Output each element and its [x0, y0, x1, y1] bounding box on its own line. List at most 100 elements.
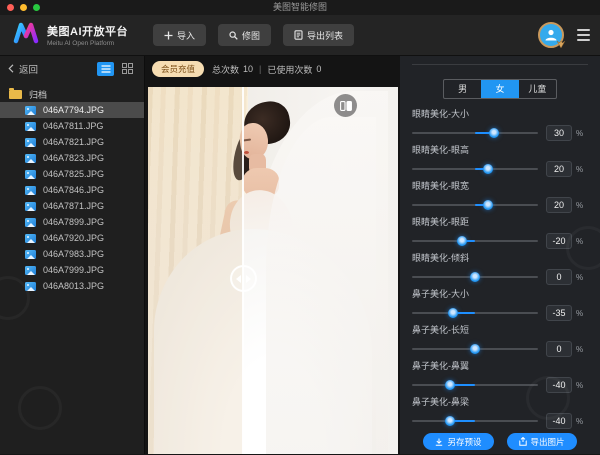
slider-value-box[interactable]: 0	[546, 341, 572, 357]
slider-thumb[interactable]	[470, 344, 480, 354]
tab-儿童[interactable]: 儿童	[519, 80, 556, 98]
file-name: 046A7823.JPG	[43, 153, 105, 163]
file-item[interactable]: 046A7999.JPG	[0, 262, 144, 278]
slider-track[interactable]	[412, 161, 538, 177]
slider-track[interactable]	[412, 233, 538, 249]
file-item[interactable]: 046A7899.JPG	[0, 214, 144, 230]
slider-thumb[interactable]	[444, 380, 455, 390]
file-item[interactable]: 046A7794.JPG	[0, 102, 144, 118]
slider-track[interactable]	[412, 269, 538, 285]
slider-value-box[interactable]: -35	[546, 305, 572, 321]
before-after-drag-handle[interactable]	[230, 265, 257, 292]
canvas-area: 会员充值 总次数 10 | 已使用次数 0	[145, 56, 400, 454]
chevron-left-icon	[8, 64, 14, 73]
slider-unit: %	[576, 200, 584, 210]
slider-label: 鼻子美化-大小	[412, 289, 469, 299]
tab-男[interactable]: 男	[444, 80, 481, 98]
slider-group: 鼻子美化-鼻梁 -40%	[412, 397, 588, 429]
slider-unit: %	[576, 236, 584, 246]
window-title: 美图智能修图	[272, 2, 327, 12]
brand-subtitle: Meitu AI Open Platform	[47, 40, 115, 47]
folder-icon	[9, 87, 22, 99]
slider-value-box[interactable]: 20	[546, 197, 572, 213]
slider-track[interactable]	[412, 341, 538, 357]
photo-preview[interactable]	[148, 87, 398, 454]
file-name: 046A7999.JPG	[43, 265, 105, 275]
slider-value-box[interactable]: -20	[546, 233, 572, 249]
file-item[interactable]: 046A7821.JPG	[0, 134, 144, 150]
slider-value-box[interactable]: 20	[546, 161, 572, 177]
slider-unit: %	[576, 308, 584, 318]
slider-value-box[interactable]: 30	[546, 125, 572, 141]
slider-thumb[interactable]	[457, 236, 468, 246]
file-item[interactable]: 046A7825.JPG	[0, 166, 144, 182]
plus-icon	[164, 31, 173, 39]
slider-unit: %	[576, 416, 584, 426]
gender-tabs: 男女儿童	[443, 79, 557, 99]
menu-icon[interactable]	[577, 29, 590, 41]
file-name: 046A7811.JPG	[43, 121, 104, 131]
file-name: 046A8013.JPG	[43, 281, 105, 291]
grid-view-button[interactable]	[119, 62, 136, 76]
slider-value-box[interactable]: 0	[546, 269, 572, 285]
slider-unit: %	[576, 380, 584, 390]
slider-track[interactable]	[412, 413, 538, 429]
folder-item[interactable]: 归档	[0, 86, 144, 102]
file-item[interactable]: 046A7871.JPG	[0, 198, 144, 214]
export-image-button[interactable]: 导出图片	[506, 433, 577, 450]
app-window: 美图智能修图 美图AI开放平台 Meitu AI Open Platform 导…	[0, 0, 600, 455]
slider-value-box[interactable]: -40	[546, 413, 572, 429]
file-name: 046A7794.JPG	[43, 105, 105, 115]
file-name: 046A7821.JPG	[43, 137, 105, 147]
before-after-compare-icon	[339, 100, 352, 111]
image-file-icon	[25, 169, 36, 179]
slider-track[interactable]	[412, 125, 538, 141]
file-item[interactable]: 046A7920.JPG	[0, 230, 144, 246]
slider-value-box[interactable]: -40	[546, 377, 572, 393]
import-button[interactable]: 导入	[153, 24, 207, 46]
file-item[interactable]: 046A7846.JPG	[0, 182, 144, 198]
slider-group: 眼睛美化-大小 30%	[412, 109, 588, 141]
slider-thumb[interactable]	[444, 416, 455, 426]
slider-thumb[interactable]	[470, 272, 480, 282]
slider-unit: %	[576, 128, 584, 138]
slider-label: 眼睛美化-眼宽	[412, 181, 469, 191]
slider-label: 眼睛美化-倾斜	[412, 253, 469, 263]
save-preset-button[interactable]: 另存预设	[423, 433, 494, 450]
member-recharge-button[interactable]: 会员充值	[152, 61, 205, 77]
slider-track[interactable]	[412, 377, 538, 393]
meitu-logo-icon	[13, 22, 40, 49]
list-view-icon	[101, 64, 110, 73]
image-file-icon	[25, 249, 36, 259]
slider-group: 鼻子美化-长短 0%	[412, 325, 588, 357]
zoom-button[interactable]	[33, 4, 40, 11]
file-item[interactable]: 046A7811.JPG	[0, 118, 144, 134]
slider-track[interactable]	[412, 197, 538, 213]
slider-thumb[interactable]	[447, 308, 458, 318]
save-preset-icon	[436, 438, 443, 446]
slider-thumb[interactable]	[488, 128, 499, 138]
list-view-button[interactable]	[97, 61, 114, 76]
file-item[interactable]: 046A7983.JPG	[0, 246, 144, 262]
slider-thumb[interactable]	[482, 164, 493, 174]
slider-group: 鼻子美化-大小 -35%	[412, 289, 588, 321]
retouch-button[interactable]: 修图	[218, 24, 272, 46]
back-button[interactable]: 返回	[8, 62, 38, 76]
file-name: 046A7920.JPG	[43, 233, 105, 243]
file-item[interactable]: 046A8013.JPG	[0, 278, 144, 294]
slider-group: 眼睛美化-倾斜 0%	[412, 253, 588, 285]
export-list-button[interactable]: 导出列表	[283, 24, 355, 46]
image-file-icon	[25, 281, 36, 291]
slider-group: 眼睛美化-眼宽 20%	[412, 181, 588, 213]
file-item[interactable]: 046A7823.JPG	[0, 150, 144, 166]
close-button[interactable]	[7, 4, 14, 11]
minimize-button[interactable]	[20, 4, 27, 11]
slider-label: 眼睛美化-眼距	[412, 217, 469, 227]
image-file-icon	[25, 217, 36, 227]
slider-thumb[interactable]	[482, 200, 493, 210]
compare-toggle-button[interactable]	[334, 94, 357, 117]
slider-track[interactable]	[412, 305, 538, 321]
user-avatar[interactable]	[538, 22, 566, 49]
export-list-icon	[294, 30, 303, 40]
tab-女[interactable]: 女	[481, 80, 519, 98]
